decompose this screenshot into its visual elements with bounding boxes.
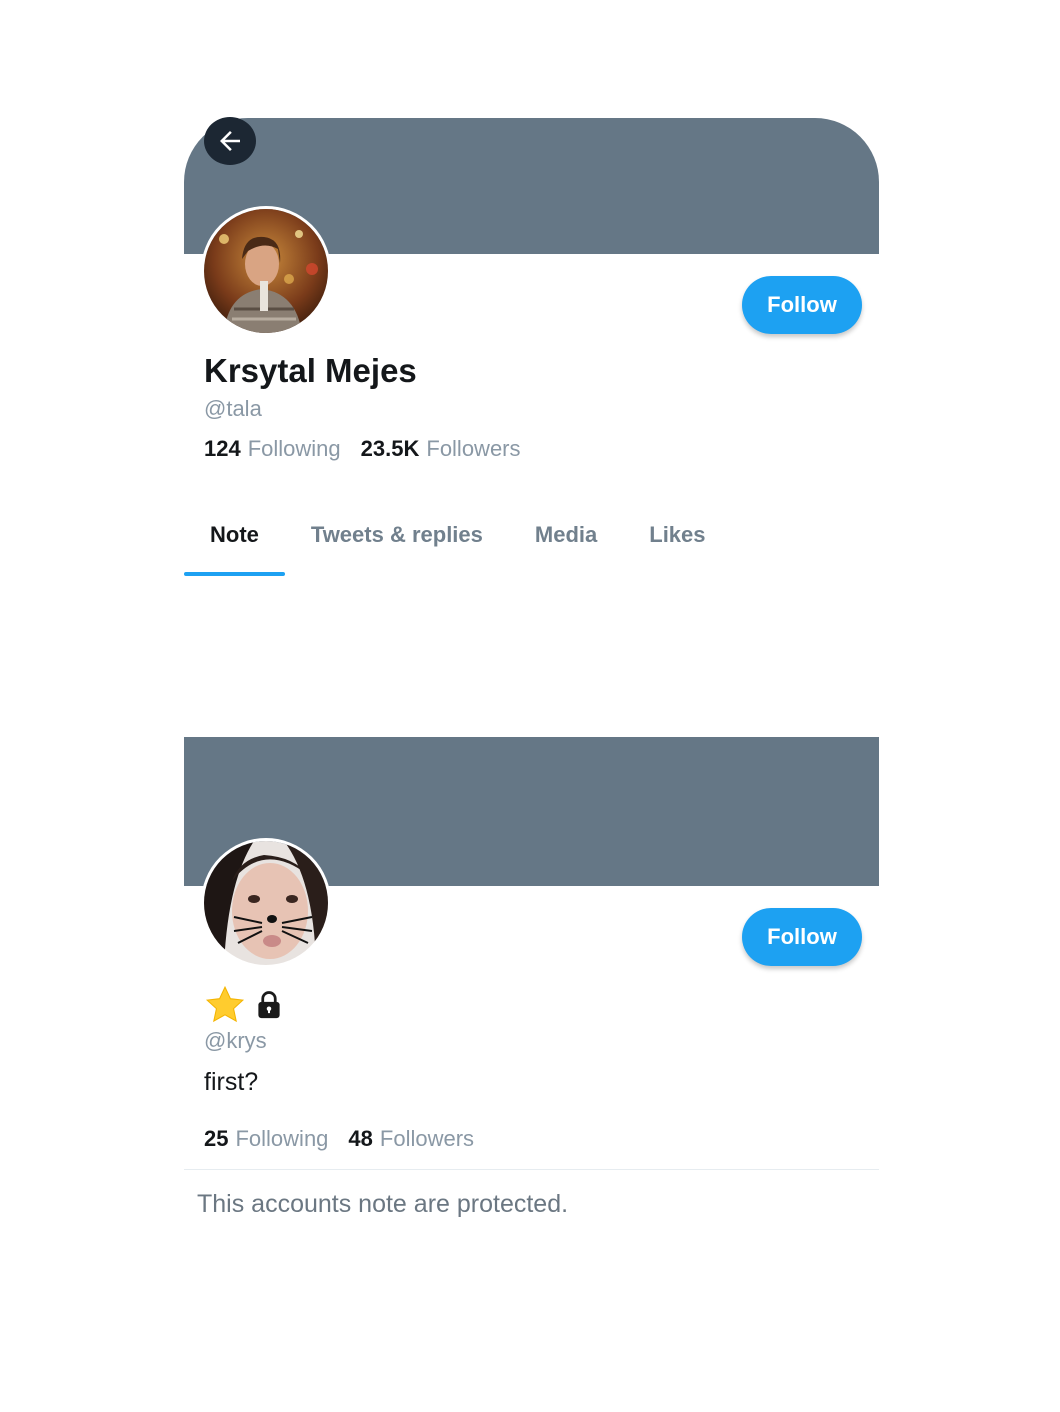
following-link[interactable]: 25 Following (204, 1126, 328, 1152)
arrow-left-icon (220, 131, 240, 151)
tab-tweets-replies[interactable]: Tweets & replies (285, 510, 509, 576)
tab-label: Tweets & replies (310, 522, 483, 547)
avatar[interactable] (201, 838, 331, 968)
tab-likes[interactable]: Likes (623, 510, 731, 576)
follow-button[interactable]: Follow (742, 908, 862, 966)
profile-bio: first? (204, 1068, 259, 1096)
followers-count: 48 (348, 1126, 373, 1151)
username-handle: @krys (204, 1028, 267, 1053)
profile-tabs: Note Tweets & replies Media Likes (184, 510, 732, 578)
star-icon (205, 985, 245, 1023)
profile-badges (204, 984, 284, 1026)
back-button[interactable] (204, 117, 256, 165)
tab-label: Note (210, 522, 259, 547)
divider (184, 1169, 879, 1170)
tab-label: Media (534, 522, 598, 547)
follow-button[interactable]: Follow (742, 276, 862, 334)
follow-stats: 124 Following 23.5K Followers (204, 436, 521, 462)
profile-photo (204, 209, 328, 333)
display-name: Krsytal Mejes (204, 352, 417, 389)
followers-count: 23.5K (360, 436, 420, 461)
username-handle: @tala (204, 396, 262, 421)
protected-notice: This accounts note are protected. (197, 1190, 569, 1218)
followers-link[interactable]: 23.5K Followers (361, 436, 521, 462)
following-count: 124 (204, 436, 241, 461)
tab-media[interactable]: Media (509, 510, 623, 576)
tab-note[interactable]: Note (184, 510, 285, 576)
lock-icon (258, 991, 280, 1019)
following-link[interactable]: 124 Following (204, 436, 341, 462)
profile-photo (204, 841, 328, 965)
following-label: Following (235, 1126, 329, 1151)
active-tab-indicator (184, 572, 285, 576)
followers-label: Followers (379, 1126, 475, 1151)
following-count: 25 (204, 1126, 229, 1151)
avatar[interactable] (201, 206, 331, 336)
tab-label: Likes (649, 522, 706, 547)
following-label: Following (247, 436, 341, 461)
followers-link[interactable]: 48 Followers (348, 1126, 474, 1152)
follow-stats: 25 Following 48 Followers (204, 1126, 474, 1152)
followers-label: Followers (426, 436, 521, 461)
